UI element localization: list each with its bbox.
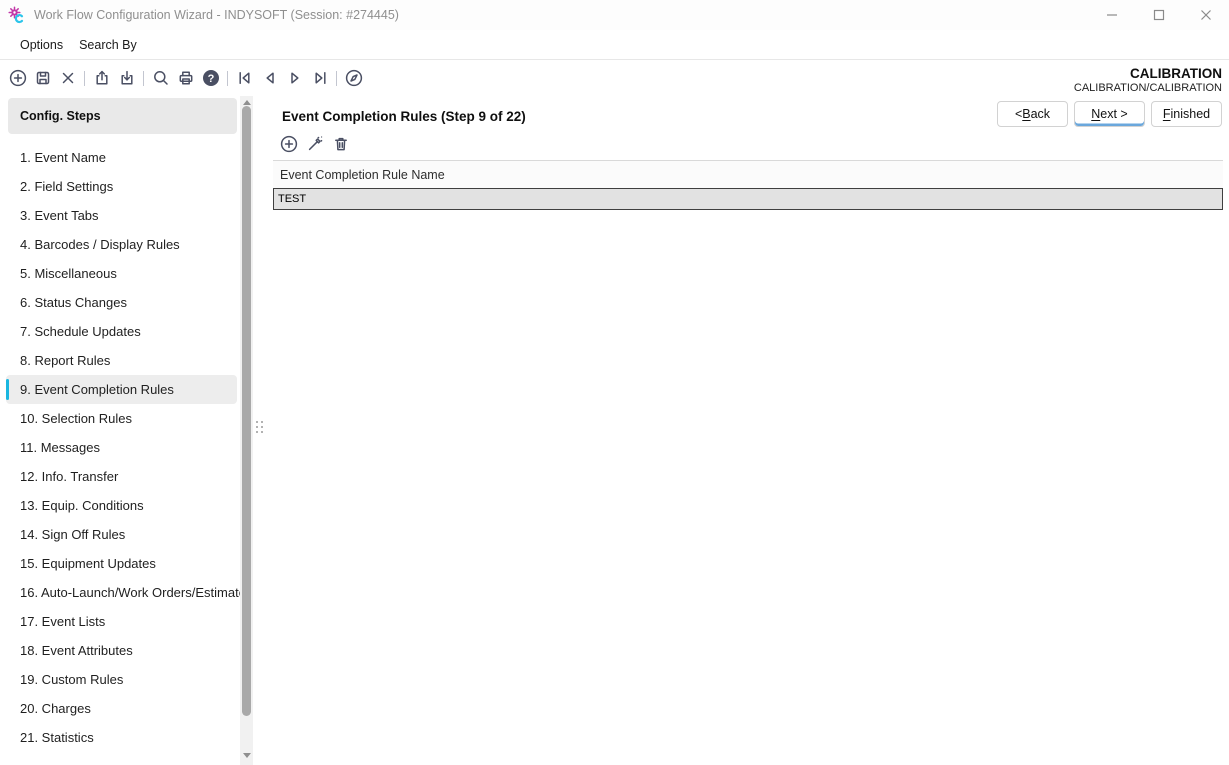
- config-steps-sidebar: Config. Steps 1. Event Name 2. Field Sett…: [0, 96, 252, 765]
- toolbar-separator: [227, 70, 228, 86]
- previous-record-button[interactable]: [257, 65, 282, 91]
- add-icon: [280, 135, 298, 153]
- pane-gutter: [253, 96, 273, 765]
- export-icon: [95, 70, 108, 85]
- table-row[interactable]: TEST: [273, 188, 1223, 210]
- toolbar-separator: [84, 70, 85, 86]
- close-button[interactable]: [1182, 0, 1229, 30]
- sidebar-item[interactable]: 8. Report Rules: [6, 346, 237, 375]
- sidebar-scrollbar[interactable]: [240, 96, 253, 765]
- add-button[interactable]: [5, 65, 30, 91]
- maximize-icon: [1153, 9, 1164, 21]
- wizard-nav: < Back Next > Finished: [997, 101, 1222, 127]
- sidebar-list: 1. Event Name 2. Field Settings 3. Event T…: [0, 143, 252, 752]
- main-pane: Event Completion Rules (Step 9 of 22) Ev…: [273, 96, 1229, 765]
- sidebar-item[interactable]: 18. Event Attributes: [6, 636, 237, 665]
- edit-rule-button[interactable]: [303, 132, 327, 156]
- trash-icon: [335, 137, 347, 151]
- sidebar-item[interactable]: 16. Auto-Launch/Work Orders/Estimates: [6, 578, 252, 607]
- first-record-icon: [238, 72, 250, 84]
- sidebar-item[interactable]: 10. Selection Rules: [6, 404, 237, 433]
- sidebar-item[interactable]: 4. Barcodes / Display Rules: [6, 230, 237, 259]
- sidebar-item[interactable]: 3. Event Tabs: [6, 201, 237, 230]
- next-button[interactable]: Next >: [1074, 101, 1145, 127]
- title-bar: Work Flow Configuration Wizard - INDYSOF…: [0, 0, 1229, 30]
- toolbar-separator: [336, 70, 337, 86]
- sidebar-item[interactable]: 13. Equip. Conditions: [6, 491, 237, 520]
- minimize-icon: [1106, 14, 1117, 16]
- sidebar-item[interactable]: 9. Event Completion Rules: [6, 375, 237, 404]
- sidebar-header: Config. Steps: [8, 98, 237, 134]
- menu-bar: Options Search By: [0, 30, 1229, 60]
- context-subtitle: CALIBRATION/CALIBRATION: [1073, 82, 1222, 94]
- finished-button[interactable]: Finished: [1151, 101, 1222, 127]
- compass-icon: [345, 69, 362, 87]
- window-body: Config. Steps 1. Event Name 2. Field Sett…: [0, 96, 1229, 765]
- toolbar-separator: [143, 70, 144, 86]
- grid-action-row: [277, 132, 1229, 156]
- next-record-icon: [290, 72, 299, 84]
- search-icon: [153, 71, 168, 85]
- print-icon: [179, 71, 192, 85]
- add-icon: [9, 69, 26, 87]
- sidebar-item[interactable]: 5. Miscellaneous: [6, 259, 237, 288]
- import-icon: [120, 70, 133, 85]
- search-button[interactable]: [148, 65, 173, 91]
- menu-item[interactable]: Options: [20, 38, 63, 52]
- context-header: CALIBRATION CALIBRATION/CALIBRATION < Ba…: [997, 66, 1222, 127]
- scrollbar-thumb[interactable]: [242, 106, 251, 716]
- svg-text:?: ?: [207, 73, 214, 85]
- sidebar-item[interactable]: 12. Info. Transfer: [6, 462, 237, 491]
- window-controls: [1088, 0, 1229, 30]
- sidebar-item[interactable]: 7. Schedule Updates: [6, 317, 237, 346]
- maximize-button[interactable]: [1135, 0, 1182, 30]
- delete-rule-button[interactable]: [329, 132, 353, 156]
- previous-record-icon: [265, 72, 274, 84]
- sidebar-item[interactable]: 20. Charges: [6, 694, 237, 723]
- grid-rows: TEST: [273, 188, 1223, 210]
- help-button[interactable]: ?: [198, 65, 223, 91]
- import-button[interactable]: [114, 65, 139, 91]
- scroll-up-icon: [242, 99, 251, 105]
- wand-icon: [308, 136, 323, 151]
- sidebar-item[interactable]: 15. Equipment Updates: [6, 549, 237, 578]
- last-record-icon: [314, 72, 326, 84]
- compass-button[interactable]: [341, 65, 366, 91]
- delete-button[interactable]: [55, 65, 80, 91]
- splitter-handle[interactable]: [256, 421, 263, 433]
- rules-grid: Event Completion Rule Name TEST: [273, 160, 1223, 210]
- first-record-button[interactable]: [232, 65, 257, 91]
- scroll-down-icon: [242, 752, 251, 758]
- app-logo-icon: [8, 6, 24, 24]
- window-title: Work Flow Configuration Wizard - INDYSOF…: [34, 8, 399, 22]
- last-record-button[interactable]: [307, 65, 332, 91]
- context-title: CALIBRATION: [1130, 66, 1222, 81]
- save-icon: [36, 71, 49, 85]
- print-button[interactable]: [173, 65, 198, 91]
- help-icon: ?: [202, 70, 219, 86]
- close-icon: [1200, 10, 1211, 20]
- scroll-down-button[interactable]: [240, 750, 253, 760]
- sidebar-item[interactable]: 19. Custom Rules: [6, 665, 237, 694]
- sidebar-item[interactable]: 14. Sign Off Rules: [6, 520, 237, 549]
- add-rule-button[interactable]: [277, 132, 301, 156]
- export-button[interactable]: [89, 65, 114, 91]
- sidebar-item[interactable]: 6. Status Changes: [6, 288, 237, 317]
- save-button[interactable]: [30, 65, 55, 91]
- sidebar-item[interactable]: 21. Statistics: [6, 723, 237, 752]
- sidebar-item[interactable]: 17. Event Lists: [6, 607, 237, 636]
- delete-icon: [62, 72, 73, 84]
- sidebar-item[interactable]: 1. Event Name: [6, 143, 237, 172]
- minimize-button[interactable]: [1088, 0, 1135, 30]
- next-record-button[interactable]: [282, 65, 307, 91]
- back-button[interactable]: < Back: [997, 101, 1068, 127]
- sidebar-item[interactable]: 2. Field Settings: [6, 172, 237, 201]
- menu-item[interactable]: Search By: [79, 38, 137, 52]
- column-header[interactable]: Event Completion Rule Name: [273, 160, 1223, 188]
- sidebar-item[interactable]: 11. Messages: [6, 433, 237, 462]
